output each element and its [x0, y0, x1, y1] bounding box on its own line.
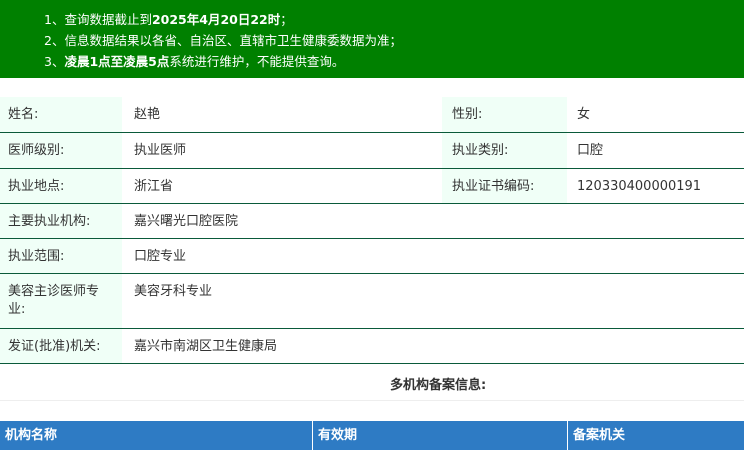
scope-value: 口腔专业 — [134, 249, 187, 264]
scope-label: 执业范围: — [8, 249, 65, 264]
notice-line-3: 3、凌晨1点至凌晨5点系统进行维护，不能提供查询。 — [44, 54, 345, 69]
location-label: 执业地点: — [8, 179, 65, 194]
org-value: 嘉兴曙光口腔医院 — [134, 214, 239, 229]
cosmetic-label: 美容主诊医师专业: — [8, 284, 100, 317]
cert-value: 120330400000191 — [577, 179, 702, 194]
column-header-registry-authority: 备案机关 — [573, 428, 626, 443]
level-label: 医师级别: — [8, 143, 65, 158]
gender-value: 女 — [577, 107, 591, 122]
row-location-cert: 执业地点: 浙江省 执业证书编码: 120330400000191 — [0, 169, 744, 204]
multi-org-section-title: 多机构备案信息: — [0, 364, 744, 401]
org-label: 主要执业机构: — [8, 214, 91, 229]
category-value: 口腔 — [577, 143, 604, 158]
doctor-info-table: 姓名: 赵艳 性别: 女 医师级别: 执业医师 执业类别: 口腔 执业地点: 浙… — [0, 97, 744, 364]
location-value: 浙江省 — [134, 179, 174, 194]
name-label: 姓名: — [8, 107, 39, 122]
multi-org-table-header: 机构名称 有效期 备案机关 — [0, 421, 744, 450]
name-value: 赵艳 — [134, 107, 161, 122]
cosmetic-value: 美容牙科专业 — [134, 284, 213, 299]
row-cosmetic: 美容主诊医师专业: 美容牙科专业 — [0, 274, 744, 329]
column-header-validity: 有效期 — [313, 421, 568, 450]
row-name-gender: 姓名: 赵艳 性别: 女 — [0, 97, 744, 133]
column-header-org-name: 机构名称 — [0, 421, 313, 450]
notice-banner: 1、查询数据截止到2025年4月20日22时； 2、信息数据结果以各省、自治区、… — [0, 0, 744, 78]
row-scope: 执业范围: 口腔专业 — [0, 239, 744, 274]
level-value: 执业医师 — [134, 143, 187, 158]
multi-org-title: 多机构备案信息: — [390, 378, 487, 393]
gender-label: 性别: — [452, 107, 483, 122]
notice-line-2: 2、信息数据结果以各省、自治区、直辖市卫生健康委数据为准； — [44, 33, 402, 48]
issuer-label: 发证(批准)机关: — [8, 339, 101, 354]
row-level-category: 医师级别: 执业医师 执业类别: 口腔 — [0, 133, 744, 169]
row-issuer: 发证(批准)机关: 嘉兴市南湖区卫生健康局 — [0, 329, 744, 364]
issuer-value: 嘉兴市南湖区卫生健康局 — [134, 339, 278, 354]
row-org: 主要执业机构: 嘉兴曙光口腔医院 — [0, 204, 744, 239]
notice-line-1: 1、查询数据截止到2025年4月20日22时； — [44, 12, 293, 27]
cert-label: 执业证书编码: — [452, 179, 535, 194]
category-label: 执业类别: — [452, 143, 509, 158]
